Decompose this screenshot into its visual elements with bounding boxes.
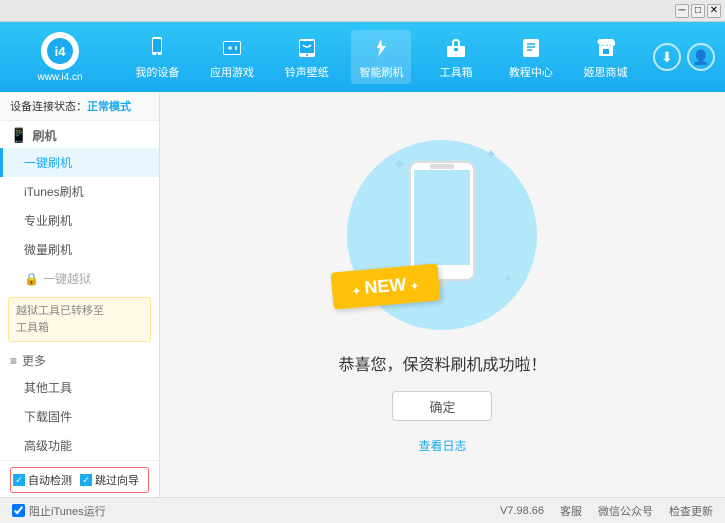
footer-left: 阻止iTunes运行 bbox=[12, 503, 106, 519]
nav-my-device[interactable]: 我的设备 bbox=[127, 30, 187, 84]
sparkle-3: ✦ bbox=[504, 274, 512, 285]
close-button[interactable]: ✕ bbox=[707, 4, 721, 18]
logo-area: i4 www.i4.cn bbox=[10, 32, 110, 83]
sidebar-item-download-firmware[interactable]: 下载固件 bbox=[0, 402, 159, 431]
check-update-link[interactable]: 检查更新 bbox=[669, 503, 713, 519]
skip-guide-checkbox[interactable]: ✓ 跳过向导 bbox=[80, 472, 139, 488]
nav-smart-flash-label: 智能刷机 bbox=[359, 64, 403, 80]
sidebar-item-itunes-flash[interactable]: iTunes刷机 bbox=[0, 177, 159, 206]
nav-mall-label: 姬思商城 bbox=[584, 64, 628, 80]
customer-service-link[interactable]: 客服 bbox=[560, 503, 582, 519]
auto-detect-checkbox[interactable]: ✓ 自动检测 bbox=[13, 472, 72, 488]
logo-subtitle: www.i4.cn bbox=[37, 72, 82, 83]
logo-icon: i4 bbox=[41, 32, 79, 70]
jailbreak-label: 一键越狱 bbox=[43, 270, 91, 287]
status-value: 正常模式 bbox=[87, 101, 131, 113]
version-label: V7.98.66 bbox=[500, 505, 544, 517]
lock-icon: 🔒 bbox=[24, 272, 39, 286]
footer-right: V7.98.66 客服 微信公众号 检查更新 bbox=[500, 503, 713, 519]
header: i4 www.i4.cn 我的设备 bbox=[0, 22, 725, 92]
sparkle-2: ✦ bbox=[484, 145, 497, 165]
more-icon: ≡ bbox=[10, 354, 17, 368]
confirm-button[interactable]: 确定 bbox=[392, 391, 492, 421]
device-checkboxes: ✓ 自动检测 ✓ 跳过向导 bbox=[10, 467, 149, 493]
sidebar-disabled-jailbreak: 🔒 一键越狱 bbox=[0, 264, 159, 293]
flash-section-icon: 📱 bbox=[10, 127, 27, 144]
sidebar-item-advanced[interactable]: 高级功能 bbox=[0, 431, 159, 460]
smart-flash-icon bbox=[367, 34, 395, 62]
success-panel: ✦ ✦ ✦ NEW 恭喜您，保资料刷机成功啦！ 确定 查看日志 bbox=[338, 135, 546, 454]
nav-ringtone[interactable]: 铃声壁纸 bbox=[277, 30, 337, 84]
auto-detect-check-icon: ✓ bbox=[13, 474, 25, 486]
sidebar-item-other-tools[interactable]: 其他工具 bbox=[0, 373, 159, 402]
nav-ringtone-label: 铃声壁纸 bbox=[285, 64, 329, 80]
toolbox-icon bbox=[442, 34, 470, 62]
notice-box: 越狱工具已转移至 工具箱 bbox=[8, 297, 151, 342]
nav-mall[interactable]: 姬思商城 bbox=[576, 30, 636, 84]
skip-guide-check-icon: ✓ bbox=[80, 474, 92, 486]
app-game-icon bbox=[218, 34, 246, 62]
user-button[interactable]: 👤 bbox=[687, 43, 715, 71]
tutorial-icon bbox=[517, 34, 545, 62]
main-area: 设备连接状态：正常模式 📱 刷机 一键刷机 iTunes刷机 专业刷机 微量刷机… bbox=[0, 92, 725, 497]
sidebar-item-one-key-flash[interactable]: 一键刷机 bbox=[0, 148, 159, 177]
device-info-area: ✓ 自动检测 ✓ 跳过向导 📱 iPhone 12 mini 64GB Down… bbox=[0, 460, 159, 497]
ringtone-icon bbox=[293, 34, 321, 62]
sidebar-item-save-data-flash[interactable]: 微量刷机 bbox=[0, 235, 159, 264]
itunes-checkbox[interactable] bbox=[12, 504, 25, 517]
download-button[interactable]: ⬇ bbox=[653, 43, 681, 71]
nav-app-game[interactable]: 应用游戏 bbox=[202, 30, 262, 84]
flash-section-label: 刷机 bbox=[32, 127, 56, 144]
svg-text:i4: i4 bbox=[55, 44, 67, 59]
nav-toolbox[interactable]: 工具箱 bbox=[426, 30, 486, 84]
nav-bar: 我的设备 应用游戏 bbox=[120, 30, 643, 84]
footer: 阻止iTunes运行 V7.98.66 客服 微信公众号 检查更新 bbox=[0, 497, 725, 523]
nav-app-game-label: 应用游戏 bbox=[210, 64, 254, 80]
more-label: 更多 bbox=[22, 352, 46, 369]
nav-toolbox-label: 工具箱 bbox=[440, 64, 473, 80]
content-area: ✦ ✦ ✦ NEW 恭喜您，保资料刷机成功啦！ 确定 查看日志 bbox=[160, 92, 725, 497]
success-text: 恭喜您，保资料刷机成功啦！ bbox=[338, 351, 546, 375]
sidebar-item-pro-flash[interactable]: 专业刷机 bbox=[0, 206, 159, 235]
auto-detect-label: 自动检测 bbox=[28, 472, 72, 488]
my-device-icon bbox=[143, 34, 171, 62]
nav-my-device-label: 我的设备 bbox=[135, 64, 179, 80]
nav-tutorial-label: 教程中心 bbox=[509, 64, 553, 80]
nav-smart-flash[interactable]: 智能刷机 bbox=[351, 30, 411, 84]
skip-guide-label: 跳过向导 bbox=[95, 472, 139, 488]
maximize-button[interactable]: □ bbox=[691, 4, 705, 18]
back-link[interactable]: 查看日志 bbox=[418, 437, 466, 454]
itunes-label: 阻止iTunes运行 bbox=[29, 503, 106, 519]
phone-illustration: ✦ ✦ ✦ NEW bbox=[342, 135, 542, 335]
status-label: 设备连接状态： bbox=[10, 101, 87, 113]
sidebar: 设备连接状态：正常模式 📱 刷机 一键刷机 iTunes刷机 专业刷机 微量刷机… bbox=[0, 92, 160, 497]
wechat-link[interactable]: 微信公众号 bbox=[598, 503, 653, 519]
nav-tutorial[interactable]: 教程中心 bbox=[501, 30, 561, 84]
header-actions: ⬇ 👤 bbox=[653, 43, 715, 71]
status-bar: 设备连接状态：正常模式 bbox=[0, 92, 159, 121]
more-section-title: ≡ 更多 bbox=[0, 346, 159, 373]
title-bar: ─ □ ✕ bbox=[0, 0, 725, 22]
flash-section-title: 📱 刷机 bbox=[0, 121, 159, 148]
mall-icon bbox=[592, 34, 620, 62]
minimize-button[interactable]: ─ bbox=[675, 4, 689, 18]
